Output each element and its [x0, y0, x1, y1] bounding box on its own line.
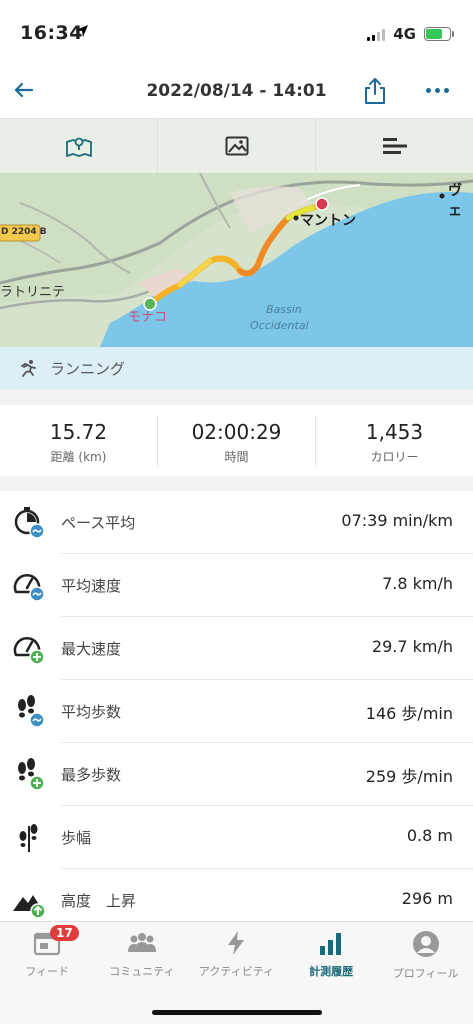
map-label-menton: マントン	[300, 213, 356, 229]
map-label-monaco: モナコ	[128, 310, 168, 325]
stat-name: 最大速度	[61, 640, 122, 658]
community-icon	[127, 933, 156, 952]
bottom-tab-bar: 17 フィード コミュニティ アクティビティ 計測履歴 プロフィール	[0, 921, 473, 1024]
mountain-up-icon	[13, 895, 46, 919]
stats-list: ペース平均 07:39 min/km 平均速度 7.8 km/h 最大速度 29…	[0, 491, 473, 921]
view-tabs	[0, 118, 473, 173]
share-icon[interactable]	[362, 76, 388, 106]
stat-value: 296 m	[401, 889, 453, 908]
tabbar-item-activity[interactable]: アクティビティ	[189, 922, 284, 992]
stat-name: 平均速度	[61, 577, 122, 595]
network-type: 4G	[393, 25, 416, 43]
stat-name: 平均歩数	[61, 703, 122, 721]
calories-value: 1,453	[365, 420, 424, 444]
time-label: 時間	[224, 450, 249, 464]
stat-row-max-speed: 最大速度 29.7 km/h	[0, 617, 473, 680]
running-icon	[21, 360, 36, 377]
stat-row-avg-cadence: 平均歩数 146 歩/min	[0, 680, 473, 743]
stat-value: 146 歩/min	[365, 704, 453, 723]
distance-label: 距離 (km)	[50, 450, 107, 464]
tabbar-item-history[interactable]: 計測履歴	[284, 922, 379, 992]
notification-badge: 17	[50, 925, 79, 941]
tabbar-label: プロフィール	[392, 967, 459, 980]
footprints-avg-icon	[18, 695, 45, 728]
tabbar-label: 計測履歴	[309, 965, 354, 978]
map-pin-icon	[65, 137, 92, 157]
tab-photos[interactable]	[158, 119, 316, 173]
stat-row-elevation-gain: 高度 上昇 296 m	[0, 869, 473, 921]
profile-avatar-icon	[412, 931, 439, 957]
stat-value: 29.7 km/h	[371, 637, 453, 656]
summary-panel: 15.72 距離 (km) 02:00:29 時間 1,453 カロリー	[0, 405, 473, 476]
activity-type-bar: ランニング	[0, 347, 473, 389]
tab-map[interactable]	[0, 119, 158, 173]
lightning-icon	[228, 931, 245, 955]
map-canvas	[0, 173, 473, 347]
stat-row-max-cadence: 最多歩数 259 歩/min	[0, 743, 473, 806]
bar-list-icon	[382, 138, 407, 154]
route-map[interactable]: D 2204 B マントン ヴェ ラトリニテ モナコ Bassin Occide…	[0, 173, 473, 347]
home-indicator[interactable]	[152, 1010, 322, 1015]
map-label-roquebrune: ラトリニテ	[0, 285, 66, 300]
battery-icon	[424, 27, 454, 41]
tabbar-item-community[interactable]: コミュニティ	[95, 922, 190, 992]
stat-value: 259 歩/min	[365, 767, 453, 786]
stopwatch-avg-icon	[14, 507, 45, 539]
tabbar-label: アクティビティ	[198, 965, 275, 978]
status-bar: 16:34 4G	[0, 0, 473, 66]
more-options-icon[interactable]	[426, 88, 449, 93]
summary-distance: 15.72 距離 (km)	[0, 415, 158, 466]
map-label-ve: ヴェ	[448, 183, 462, 219]
location-arrow-icon	[76, 25, 88, 37]
page-title: 2022/08/14 - 14:01	[146, 81, 327, 101]
time-value: 02:00:29	[191, 420, 282, 444]
stat-row-pace: ペース平均 07:39 min/km	[0, 491, 473, 554]
stat-name: 歩幅	[61, 829, 92, 847]
tab-laps[interactable]	[316, 119, 473, 173]
map-label-road: D 2204 B	[1, 227, 47, 237]
status-time: 16:34	[20, 22, 83, 44]
tabbar-label: コミュニティ	[109, 965, 175, 978]
footprints-max-icon	[18, 758, 45, 791]
summary-time: 02:00:29 時間	[158, 415, 316, 466]
stat-row-stride: 歩幅 0.8 m	[0, 806, 473, 869]
speedometer-avg-icon	[13, 574, 45, 602]
stat-value: 0.8 m	[406, 826, 453, 845]
stat-name: 高度 上昇	[61, 892, 137, 910]
tabbar-item-profile[interactable]: プロフィール	[378, 922, 473, 992]
map-label-occidental: Occidental	[250, 319, 309, 332]
image-icon	[225, 136, 248, 156]
stat-name: ペース平均	[61, 514, 136, 532]
stat-row-avg-speed: 平均速度 7.8 km/h	[0, 554, 473, 617]
distance-value: 15.72	[49, 420, 108, 444]
speedometer-max-icon	[13, 637, 45, 665]
stat-name: 最多歩数	[61, 766, 122, 784]
map-label-bassin: Bassin	[266, 303, 302, 316]
bar-chart-icon	[320, 933, 342, 955]
stat-value: 07:39 min/km	[341, 511, 453, 530]
tabbar-item-feed[interactable]: 17 フィード	[0, 922, 95, 992]
stat-value: 7.8 km/h	[382, 574, 453, 593]
summary-calories: 1,453 カロリー	[316, 415, 473, 466]
calories-label: カロリー	[370, 450, 419, 464]
activity-type-label: ランニング	[50, 359, 126, 378]
stride-icon	[19, 824, 38, 852]
tabbar-label: フィード	[25, 965, 70, 978]
signal-icon	[367, 28, 386, 41]
nav-header: 2022/08/14 - 14:01	[0, 66, 473, 118]
